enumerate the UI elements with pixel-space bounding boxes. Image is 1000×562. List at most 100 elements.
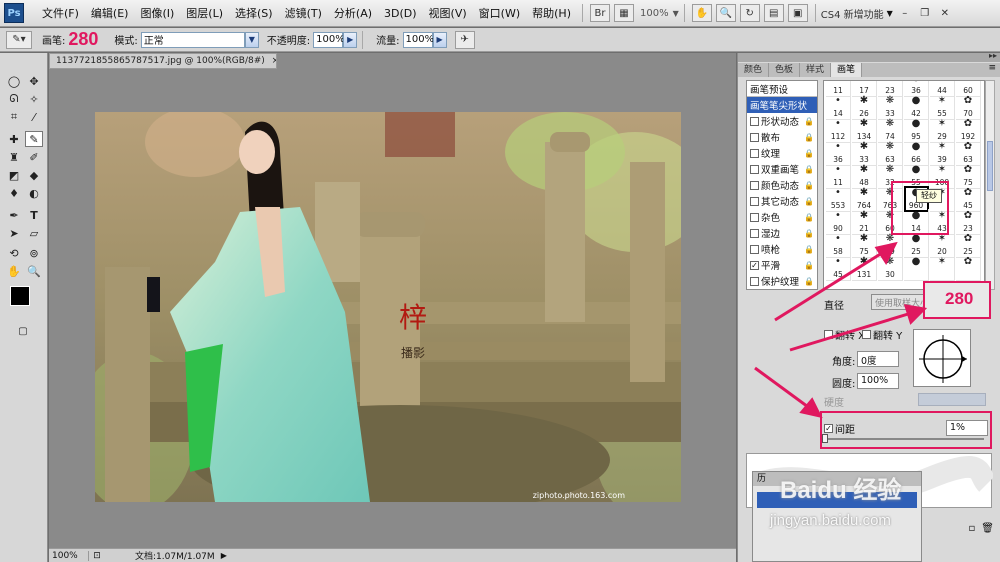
brush-section-item[interactable]: 其它动态 🔒 bbox=[747, 193, 817, 209]
path-selection-icon[interactable]: ➤ bbox=[5, 225, 23, 241]
menu-item[interactable]: 图层(L) bbox=[180, 0, 229, 27]
section-checkbox[interactable] bbox=[750, 148, 759, 158]
move-tool-icon[interactable]: ✥ bbox=[25, 73, 43, 89]
brush-section-item[interactable]: 纹理 🔒 bbox=[747, 145, 817, 161]
brush-tip[interactable]: ❋ 30 bbox=[878, 255, 903, 281]
close-icon[interactable]: × bbox=[272, 56, 276, 66]
brush-section-item[interactable]: 保护纹理 🔒 bbox=[747, 273, 817, 289]
flip-y-group[interactable]: 翻转 Y bbox=[862, 327, 902, 342]
dodge-tool-icon[interactable]: ◐ bbox=[25, 185, 43, 201]
menu-item[interactable]: 编辑(E) bbox=[85, 0, 135, 27]
delete-icon[interactable]: 🗑 bbox=[981, 523, 994, 534]
brush-tip[interactable]: ✿ bbox=[956, 255, 981, 281]
lock-icon[interactable]: 🔒 bbox=[804, 181, 814, 190]
flip-y-checkbox[interactable] bbox=[862, 330, 871, 339]
3d-orbit-icon[interactable]: ⊚ bbox=[25, 245, 43, 261]
brush-section-item[interactable]: 双重画笔 🔒 bbox=[747, 161, 817, 177]
chevron-right-icon[interactable]: ▶ bbox=[343, 31, 358, 48]
crop-tool-icon[interactable]: ⌗ bbox=[5, 109, 23, 125]
menu-item[interactable]: 帮助(H) bbox=[526, 0, 577, 27]
zoom-level[interactable]: 100% bbox=[636, 8, 673, 19]
lock-icon[interactable]: 🔒 bbox=[804, 117, 814, 126]
blur-tool-icon[interactable]: ♦ bbox=[5, 185, 23, 201]
paint-bucket-icon[interactable]: ◆ bbox=[25, 167, 43, 183]
shape-tool-icon[interactable]: ▱ bbox=[25, 225, 43, 241]
hardness-slider[interactable] bbox=[918, 393, 986, 406]
section-checkbox[interactable] bbox=[750, 212, 759, 222]
bridge-icon[interactable]: Br bbox=[589, 4, 610, 22]
hand-tool-icon[interactable]: ✋ bbox=[691, 4, 712, 22]
eraser-icon[interactable]: ◩ bbox=[5, 167, 23, 183]
clone-stamp-icon[interactable]: ♜ bbox=[5, 149, 23, 165]
brush-tip[interactable]: ✶ bbox=[930, 255, 955, 281]
brush-section-item[interactable]: 杂色 🔒 bbox=[747, 209, 817, 225]
flip-x-group[interactable]: 翻转 X bbox=[824, 327, 865, 342]
flip-x-checkbox[interactable] bbox=[824, 330, 833, 339]
section-checkbox[interactable] bbox=[750, 276, 759, 286]
marquee-tool-icon[interactable]: ◯ bbox=[5, 73, 23, 89]
menu-item[interactable]: 3D(D) bbox=[378, 0, 423, 27]
zoom-tool-icon[interactable]: 🔍 bbox=[25, 263, 43, 279]
menu-item[interactable]: 视图(V) bbox=[423, 0, 473, 27]
lock-icon[interactable]: 🔒 bbox=[804, 197, 814, 206]
section-checkbox[interactable] bbox=[750, 164, 759, 174]
zoom-tool-icon[interactable]: 🔍 bbox=[715, 4, 736, 22]
lock-icon[interactable]: 🔒 bbox=[804, 277, 814, 286]
spacing-checkbox[interactable]: ✓ bbox=[824, 424, 833, 433]
brush-section-item[interactable]: 散布 🔒 bbox=[747, 129, 817, 145]
brush-tool-preset-icon[interactable]: ✎▾ bbox=[6, 30, 32, 49]
panel-menu-icon[interactable]: ≡ bbox=[988, 63, 996, 73]
type-tool-icon[interactable]: T bbox=[25, 207, 43, 223]
chevron-right-icon[interactable]: ▶ bbox=[221, 551, 227, 560]
brush-tip[interactable]: • 45 bbox=[826, 255, 851, 281]
eyedropper-icon[interactable]: ⁄ bbox=[25, 109, 43, 125]
spacing-slider-thumb[interactable] bbox=[822, 434, 828, 443]
rotate-view-icon[interactable]: ↻ bbox=[739, 4, 760, 22]
section-checkbox[interactable] bbox=[750, 180, 759, 190]
restore-icon[interactable]: ❐ bbox=[917, 6, 933, 20]
collapse-icon[interactable]: ▸▸ bbox=[989, 51, 997, 60]
lock-icon[interactable]: 🔒 bbox=[804, 229, 814, 238]
brush-tip[interactable]: ✱ 131 bbox=[852, 255, 877, 281]
brush-presets-header[interactable]: 画笔预设 bbox=[747, 81, 817, 97]
brush-section-item[interactable]: 喷枪 🔒 bbox=[747, 241, 817, 257]
quick-mask-icon[interactable]: ▢ bbox=[14, 323, 32, 339]
menu-item[interactable]: 选择(S) bbox=[229, 0, 279, 27]
spacing-field[interactable]: 1% bbox=[946, 420, 988, 436]
status-menu-icon[interactable]: ⊡ bbox=[89, 551, 105, 561]
screen-mode-icon[interactable]: ▣ bbox=[787, 4, 808, 22]
panel-tab[interactable]: 样式 bbox=[800, 63, 832, 77]
brush-size-annotation[interactable]: 280 bbox=[68, 29, 98, 50]
arrange-documents-icon[interactable]: ▤ bbox=[763, 4, 784, 22]
foreground-color-swatch[interactable] bbox=[10, 286, 30, 306]
angle-roundness-preview[interactable] bbox=[913, 329, 971, 387]
opacity-field[interactable]: 100% bbox=[313, 31, 345, 48]
history-brush-icon[interactable]: ✐ bbox=[25, 149, 43, 165]
roundness-field[interactable]: 100% bbox=[857, 373, 899, 389]
menu-item[interactable]: 图像(I) bbox=[134, 0, 180, 27]
angle-field[interactable]: 0度 bbox=[857, 351, 899, 367]
chevron-right-icon[interactable]: ▶ bbox=[432, 31, 447, 48]
lock-icon[interactable]: 🔒 bbox=[804, 213, 814, 222]
lasso-tool-icon[interactable]: ᘏ bbox=[5, 91, 23, 107]
new-brush-icon[interactable]: ▫ bbox=[969, 523, 976, 534]
brush-tip[interactable]: ● bbox=[904, 255, 929, 281]
brush-section-item[interactable]: 颜色动态 🔒 bbox=[747, 177, 817, 193]
close-icon[interactable]: ✕ bbox=[937, 6, 953, 20]
lock-icon[interactable]: 🔒 bbox=[804, 133, 814, 142]
view-extras-icon[interactable]: ▦ bbox=[613, 4, 634, 22]
diameter-value[interactable]: 280 bbox=[945, 289, 973, 309]
menu-item[interactable]: 窗口(W) bbox=[473, 0, 526, 27]
menu-item[interactable]: 文件(F) bbox=[36, 0, 85, 27]
brush-section-item[interactable]: 形状动态 🔒 bbox=[747, 113, 817, 129]
magic-wand-icon[interactable]: ✧ bbox=[25, 91, 43, 107]
status-zoom[interactable]: 100% bbox=[49, 550, 89, 561]
canvas-photo[interactable]: 梓 播影 ziphoto.photo.163.com bbox=[95, 112, 681, 502]
chevron-down-icon[interactable]: ▼ bbox=[244, 31, 259, 48]
section-checkbox[interactable] bbox=[750, 244, 759, 254]
lock-icon[interactable]: 🔒 bbox=[804, 245, 814, 254]
menu-item[interactable]: 滤镜(T) bbox=[279, 0, 328, 27]
section-checkbox[interactable] bbox=[750, 196, 759, 206]
mode-select[interactable]: 正常 bbox=[140, 31, 245, 48]
brush-section-item[interactable]: 画笔笔尖形状 bbox=[747, 97, 817, 113]
